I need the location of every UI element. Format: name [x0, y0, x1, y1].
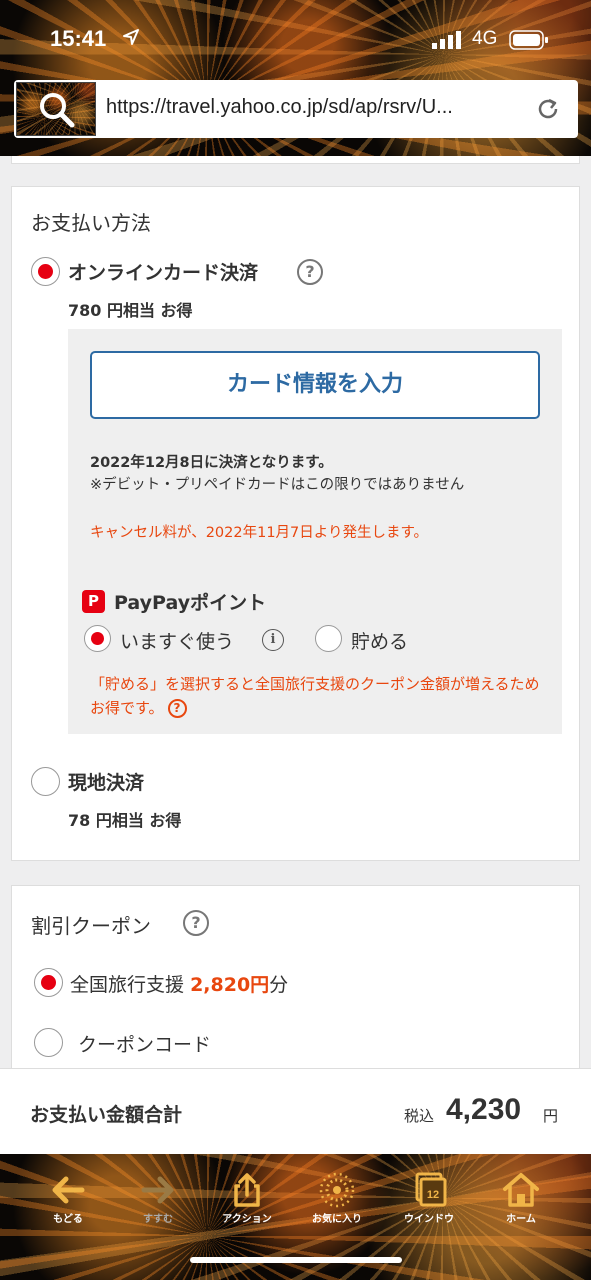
action-button[interactable]: アクション	[207, 1172, 287, 1232]
share-icon	[234, 1173, 260, 1207]
forward-arrow-icon	[141, 1176, 174, 1204]
online-card-radio[interactable]	[31, 257, 60, 286]
total-amount: 4,230	[446, 1093, 522, 1126]
page-content: お支払い方法 オンラインカード決済 ? 780 円相当 お得 カード情報を入力 …	[0, 156, 591, 1068]
search-icon	[40, 93, 75, 128]
settlement-date-note: 2022年12月8日に決済となります。	[90, 455, 333, 471]
total-summary-bar: お支払い金額合計 税込 4,230 円	[0, 1068, 591, 1154]
debit-card-note: ※デビット・プリペイドカードはこの限りではありません	[90, 477, 465, 493]
cellular-signal-icon	[432, 31, 461, 49]
windows-button[interactable]: 12 ウインドウ	[389, 1172, 469, 1232]
home-icon	[503, 1173, 539, 1207]
address-bar[interactable]: https://travel.yahoo.co.jp/sd/ap/rsrv/U.…	[14, 80, 578, 138]
help-icon[interactable]: ?	[297, 259, 323, 285]
coupon-code-label[interactable]: クーポンコード	[78, 1030, 211, 1057]
status-time: 15:41	[50, 26, 107, 51]
browser-top-bar: 15:41 4G https://travel.yahoo.co.jp/sd/a…	[0, 0, 591, 156]
onsite-payment-label[interactable]: 現地決済	[68, 768, 144, 795]
help-icon[interactable]: ?	[183, 910, 209, 936]
location-arrow-icon	[123, 29, 139, 45]
tax-included-label: 税込	[404, 1107, 435, 1125]
online-card-benefit: 780 円相当 お得	[68, 301, 193, 320]
travel-support-suffix: 分	[269, 974, 289, 996]
paypay-save-note-text: 「貯める」を選択すると全国旅行支援のクーポン金額が増えるためお得です。	[90, 675, 540, 717]
previous-section-card	[11, 156, 580, 164]
onsite-payment-benefit: 78 円相当 お得	[68, 811, 182, 830]
help-icon[interactable]: ?	[167, 699, 187, 718]
back-label: もどる	[53, 1214, 83, 1225]
coupon-code-radio[interactable]	[34, 1028, 63, 1057]
save-points-label[interactable]: 貯める	[351, 627, 408, 654]
action-label: アクション	[222, 1214, 272, 1225]
save-points-radio[interactable]	[315, 625, 342, 652]
use-now-radio[interactable]	[84, 625, 111, 652]
forward-label: すすむ	[143, 1214, 173, 1225]
enter-card-info-button[interactable]: カード情報を入力	[90, 351, 540, 419]
firework-favorites-icon	[319, 1172, 355, 1208]
online-card-label[interactable]: オンラインカード決済	[68, 258, 258, 285]
paypay-save-note: 「貯める」を選択すると全国旅行支援のクーポン金額が増えるためお得です。?	[90, 672, 550, 720]
travel-support-label: 全国旅行支援	[70, 974, 185, 996]
use-now-label[interactable]: いますぐ使う	[120, 627, 234, 654]
travel-support-option[interactable]: 全国旅行支援 2,820円分	[70, 970, 288, 997]
browser-bottom-toolbar: もどる すすむ アクション お気に入り 12 ウインドウ ホーム	[0, 1154, 591, 1280]
windows-icon: 12	[415, 1172, 447, 1207]
windows-count: 12	[427, 1189, 439, 1201]
back-button[interactable]: もどる	[28, 1172, 108, 1232]
url-text[interactable]: https://travel.yahoo.co.jp/sd/ap/rsrv/U.…	[106, 96, 526, 119]
home-indicator[interactable]	[190, 1257, 402, 1263]
battery-icon	[509, 30, 548, 50]
cancel-fee-note: キャンセル料が、2022年11月7日より発生します。	[90, 525, 429, 541]
home-button[interactable]: ホーム	[481, 1172, 561, 1232]
forward-button[interactable]: すすむ	[118, 1172, 198, 1232]
info-icon[interactable]: i	[262, 629, 284, 651]
search-button[interactable]	[16, 82, 96, 136]
total-label: お支払い金額合計	[30, 1104, 183, 1126]
favorites-label: お気に入り	[312, 1214, 362, 1225]
coupon-title: 割引クーポン	[31, 914, 151, 938]
travel-support-radio[interactable]	[34, 968, 63, 997]
travel-support-amount: 2,820円	[190, 974, 270, 996]
paypay-points-title: PayPayポイント	[114, 592, 267, 614]
paypay-logo-icon: P	[82, 590, 105, 613]
onsite-payment-radio[interactable]	[31, 767, 60, 796]
discount-coupon-section: 割引クーポン ? 全国旅行支援 2,820円分 クーポンコード	[11, 885, 580, 1068]
favorites-button[interactable]: お気に入り	[297, 1172, 377, 1232]
payment-method-title: お支払い方法	[31, 211, 151, 235]
payment-method-section: お支払い方法 オンラインカード決済 ? 780 円相当 お得 カード情報を入力 …	[11, 186, 580, 861]
back-arrow-icon	[52, 1176, 85, 1204]
windows-label: ウインドウ	[404, 1214, 454, 1225]
reload-icon[interactable]	[534, 95, 562, 123]
currency-label: 円	[543, 1107, 559, 1125]
online-card-details: カード情報を入力 2022年12月8日に決済となります。 ※デビット・プリペイド…	[68, 329, 562, 734]
network-type-label: 4G	[472, 28, 498, 49]
home-label: ホーム	[506, 1214, 536, 1225]
